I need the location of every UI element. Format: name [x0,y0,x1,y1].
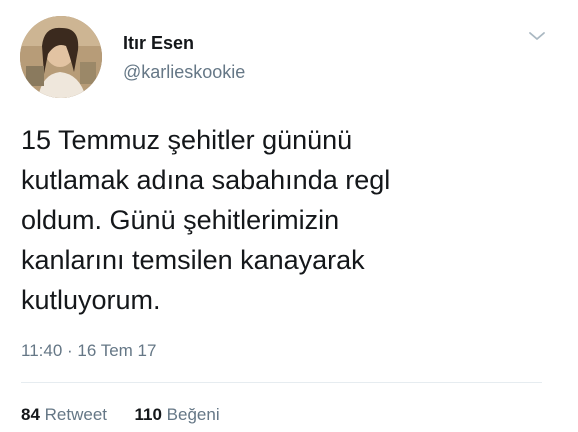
tweet-card: Itır Esen @karlieskookie 15 Temmuz şehit… [0,0,578,432]
tweet-stats: 84 Retweet 110 Beğeni [21,405,220,425]
tweet-timestamp[interactable]: 11:40 · 16 Tem 17 [21,341,156,361]
retweets-label: Retweet [44,405,108,424]
user-handle[interactable]: @karlieskookie [123,62,245,83]
avatar[interactable] [20,16,102,98]
tweet-text-line: kutluyorum. [21,285,161,315]
retweets-count: 84 [21,405,40,424]
chevron-down-icon[interactable] [528,30,546,42]
likes-count: 110 [134,405,162,424]
likes-label: Beğeni [166,405,220,424]
avatar-photo [20,16,102,98]
tweet-text-line: kanlarını temsilen kanayarak [21,245,365,275]
tweet-text: 15 Temmuz şehitler gününü kutlamak adına… [21,120,556,320]
divider [21,382,542,383]
display-name[interactable]: Itır Esen [123,33,194,54]
likes-stat[interactable]: 110 Beğeni [135,405,220,424]
tweet-text-line: kutlamak adına sabahında regl [21,165,391,195]
tweet-text-line: oldum. Günü şehitlerimizin [21,205,340,235]
retweets-stat[interactable]: 84 Retweet [21,405,112,424]
tweet-text-line: 15 Temmuz şehitler gününü [21,125,353,155]
